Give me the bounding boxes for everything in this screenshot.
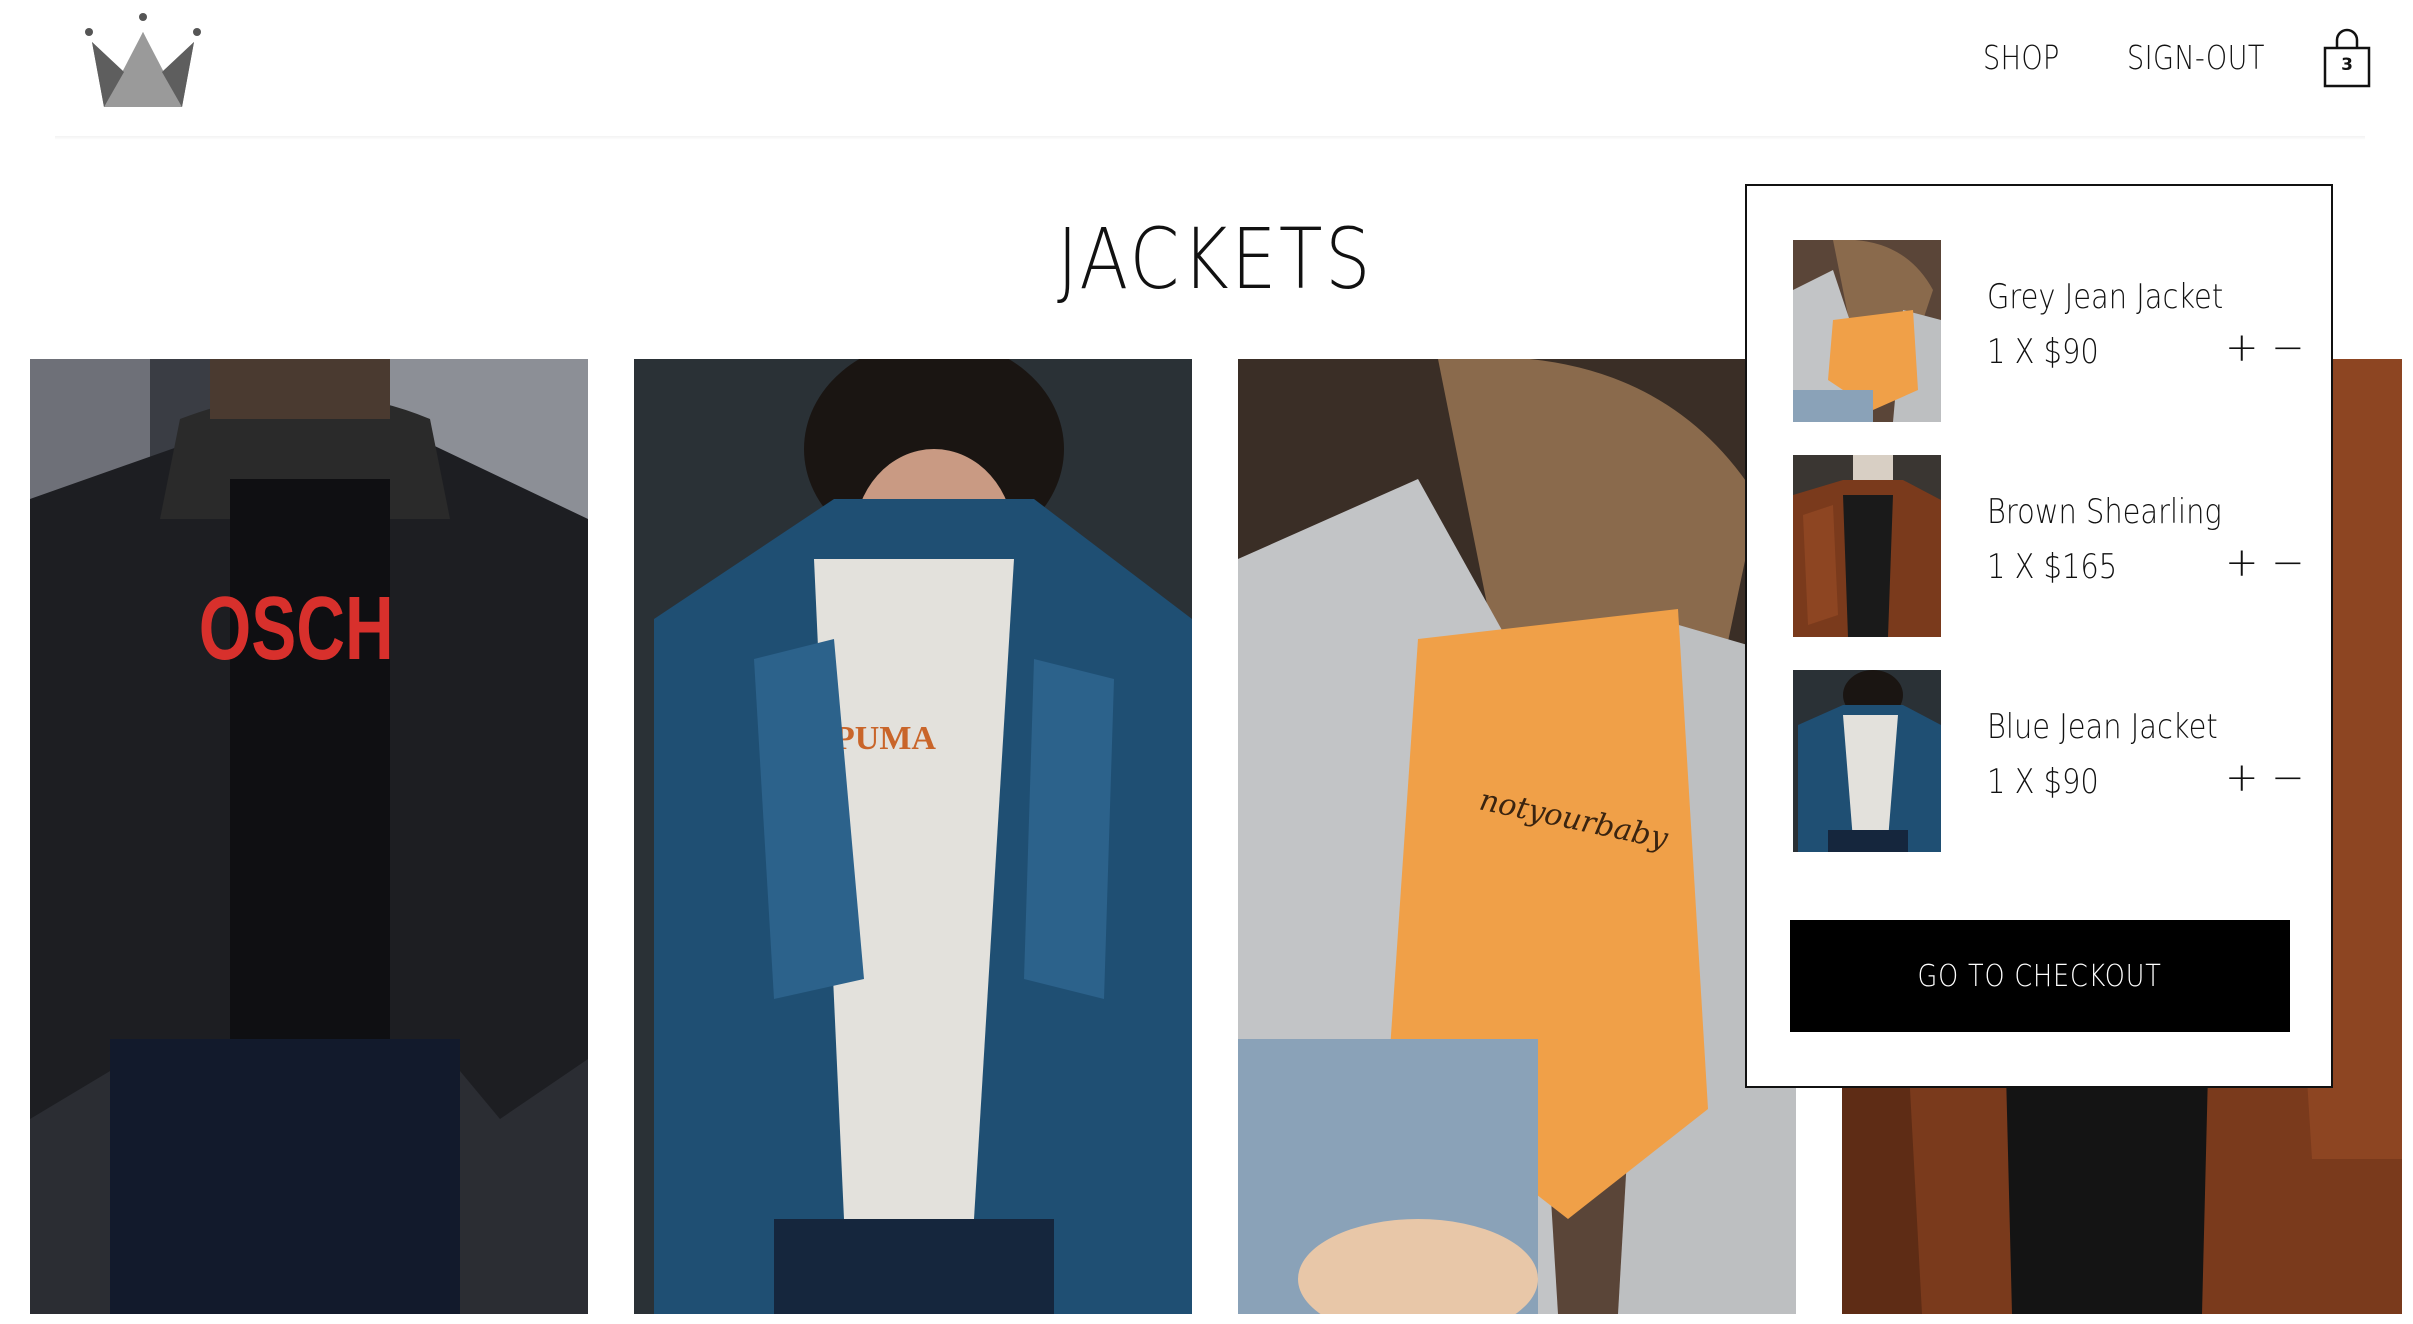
- cart-item-name: Blue Jean Jacket: [1987, 707, 2218, 747]
- checkout-button-label: GO TO CHECKOUT: [1917, 958, 2163, 994]
- decrease-qty-button[interactable]: −: [2271, 543, 2305, 583]
- product-card-grey-jacket[interactable]: notyourbaby: [1238, 359, 1796, 1314]
- go-to-checkout-button[interactable]: GO TO CHECKOUT: [1790, 920, 2290, 1032]
- shopping-bag-icon[interactable]: 3: [2322, 28, 2372, 88]
- black-jacket-photo: OSCH: [30, 359, 588, 1314]
- nav-signout-link[interactable]: SIGN-OUT: [2127, 38, 2265, 77]
- nav-shop-link[interactable]: SHOP: [1983, 38, 2060, 77]
- header-divider: [55, 136, 2365, 140]
- svg-text:PUMA: PUMA: [834, 720, 936, 757]
- cart-count-badge: 3: [2341, 55, 2353, 75]
- svg-text:OSCH: OSCH: [199, 578, 394, 679]
- cart-item-thumbnail: [1793, 455, 1941, 637]
- product-card-blue-jacket[interactable]: PUMA: [634, 359, 1192, 1314]
- cart-item-thumbnail: [1793, 670, 1941, 852]
- decrease-qty-button[interactable]: −: [2271, 758, 2305, 798]
- blue-jacket-photo: PUMA: [634, 359, 1192, 1314]
- increase-qty-button[interactable]: +: [2225, 543, 2259, 583]
- increase-qty-button[interactable]: +: [2225, 328, 2259, 368]
- cart-item-name: Brown Shearling: [1987, 492, 2222, 532]
- cart-dropdown: Grey Jean Jacket 1 X $90 + − Brown Shear…: [1745, 184, 2333, 1088]
- increase-qty-button[interactable]: +: [2225, 758, 2259, 798]
- cart-item-qty-price: 1 X $165: [1987, 547, 2118, 587]
- product-card-black-jacket[interactable]: OSCH: [30, 359, 588, 1314]
- crown-logo-icon[interactable]: [84, 12, 202, 107]
- cart-item-thumbnail: [1793, 240, 1941, 422]
- cart-item-name: Grey Jean Jacket: [1987, 277, 2224, 317]
- site-header: SHOP SIGN-OUT 3: [0, 0, 2413, 140]
- grey-jacket-photo: notyourbaby: [1238, 359, 1796, 1314]
- cart-item: Brown Shearling 1 X $165 + −: [1793, 455, 2305, 637]
- cart-item: Blue Jean Jacket 1 X $90 + −: [1793, 670, 2305, 852]
- cart-item: Grey Jean Jacket 1 X $90 + −: [1793, 240, 2305, 422]
- cart-item-qty-price: 1 X $90: [1987, 332, 2099, 372]
- decrease-qty-button[interactable]: −: [2271, 328, 2305, 368]
- cart-item-qty-price: 1 X $90: [1987, 762, 2099, 802]
